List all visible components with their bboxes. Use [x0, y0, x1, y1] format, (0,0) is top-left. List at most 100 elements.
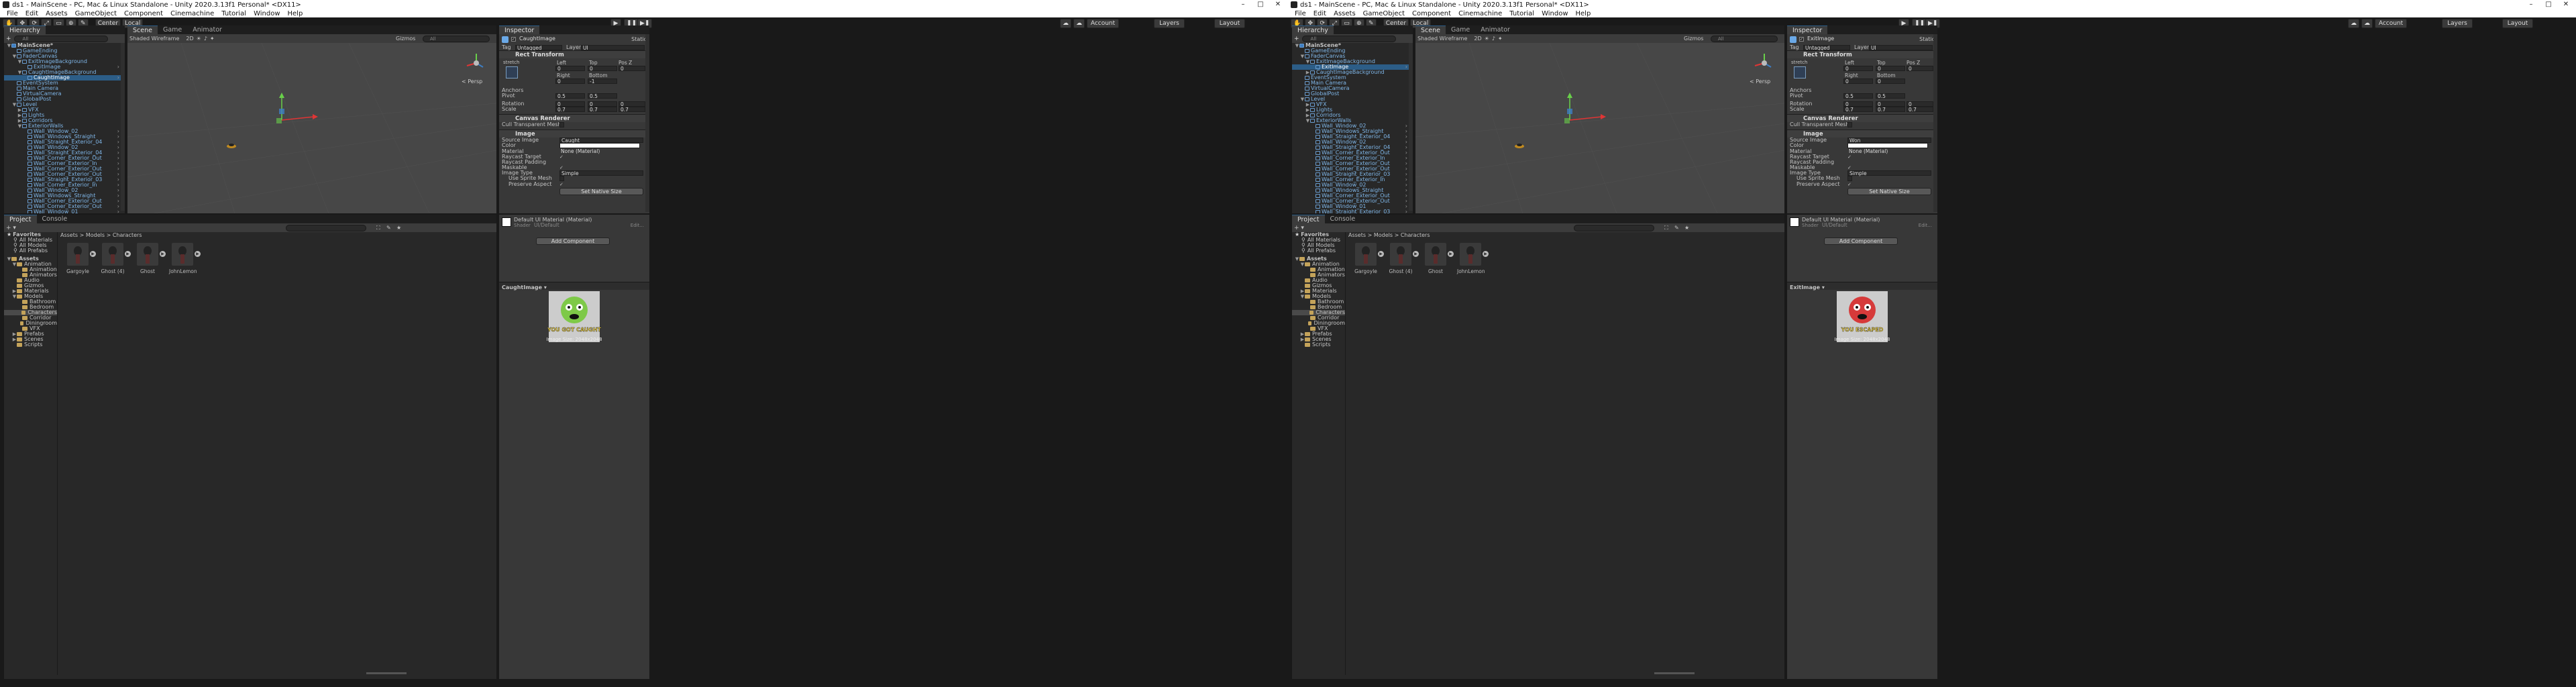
- lighting-icon[interactable]: ☀: [1485, 36, 1489, 42]
- maximize-icon[interactable]: □: [2540, 0, 2557, 9]
- breadcrumb-assets[interactable]: Assets: [1348, 232, 1366, 238]
- expand-arrow-icon[interactable]: ▶: [17, 118, 22, 123]
- close-icon[interactable]: ✕: [1269, 0, 1287, 9]
- project-search-input[interactable]: [1574, 224, 1654, 231]
- move-gizmo[interactable]: [276, 93, 318, 123]
- hierarchy-row[interactable]: ▼ Level: [4, 102, 125, 108]
- layer-dropdown[interactable]: UI: [1869, 45, 1933, 50]
- raycast-target-checkbox[interactable]: ✓: [559, 154, 564, 160]
- set-native-size-button[interactable]: Set Native Size: [559, 187, 643, 195]
- preview-header[interactable]: CaughtImage ▾: [499, 282, 649, 290]
- menu-item-tutorial[interactable]: Tutorial: [1509, 10, 1534, 17]
- rotation-y-field[interactable]: 0: [588, 101, 617, 107]
- tab-project[interactable]: Project: [4, 215, 37, 223]
- menu-item-file[interactable]: File: [7, 10, 18, 17]
- asset-thumbnail[interactable]: [102, 243, 123, 266]
- scale-x-field[interactable]: 0.7: [555, 106, 585, 112]
- expand-arrow-icon[interactable]: ▶: [1300, 331, 1305, 337]
- hierarchy-row[interactable]: Main Camera: [4, 86, 125, 91]
- expand-asset-icon[interactable]: ▶: [195, 251, 201, 257]
- expand-arrow-icon[interactable]: ▶: [1300, 337, 1305, 342]
- mode-2d-toggle[interactable]: 2D: [186, 36, 193, 42]
- expand-arrow-icon[interactable]: ▼: [1305, 59, 1310, 64]
- tag-dropdown[interactable]: Untagged: [515, 45, 562, 50]
- menu-item-gameobject[interactable]: GameObject: [1363, 10, 1405, 17]
- asset-thumbnail[interactable]: [172, 243, 193, 266]
- raycast-target-checkbox[interactable]: ✓: [1847, 154, 1851, 160]
- tag-dropdown[interactable]: Untagged: [1803, 45, 1850, 50]
- add-button[interactable]: +: [1294, 36, 1299, 42]
- hierarchy-row[interactable]: GlobalPost: [4, 97, 125, 102]
- edit-shader-button[interactable]: Edit...: [1919, 223, 1932, 228]
- tab-project[interactable]: Project: [1292, 215, 1325, 223]
- source-image-field[interactable]: Won: [1847, 138, 1931, 143]
- static-toggle[interactable]: Static: [1919, 36, 1935, 42]
- prefab-arrow-icon[interactable]: ›: [1405, 209, 1407, 214]
- menu-item-help[interactable]: Help: [288, 10, 303, 17]
- asset-thumbnail[interactable]: [137, 243, 158, 266]
- scene-viewport[interactable]: < Persp: [127, 43, 496, 213]
- expand-arrow-icon[interactable]: ▼: [12, 102, 17, 107]
- mode-2d-toggle[interactable]: 2D: [1474, 36, 1481, 42]
- breadcrumb-characters[interactable]: Characters: [113, 232, 142, 238]
- left-field[interactable]: 0: [555, 66, 585, 71]
- asset-thumbnail[interactable]: [1425, 243, 1446, 266]
- anchors-row[interactable]: Anchors: [1787, 88, 1937, 93]
- menu-item-cinemachine[interactable]: Cinemachine: [170, 10, 214, 17]
- collab-icon[interactable]: ☁: [2348, 19, 2359, 28]
- shading-mode-dropdown[interactable]: Shaded Wireframe: [129, 36, 179, 42]
- shader-dropdown[interactable]: UI/Default: [533, 223, 613, 228]
- cloud-icon[interactable]: ☁: [2361, 19, 2373, 28]
- edit-shader-button[interactable]: Edit...: [631, 223, 644, 228]
- layers-dropdown[interactable]: Layers: [2442, 19, 2473, 28]
- scene-object[interactable]: [227, 144, 236, 148]
- menu-item-gameobject[interactable]: GameObject: [75, 10, 117, 17]
- use-sprite-mesh-checkbox[interactable]: [1847, 176, 1852, 182]
- perspective-label[interactable]: < Persp: [1750, 78, 1770, 85]
- menu-item-edit[interactable]: Edit: [1313, 10, 1326, 17]
- hierarchy-row[interactable]: ▼ Level: [1292, 97, 1413, 103]
- expand-arrow-icon[interactable]: ▶: [17, 107, 22, 113]
- gizmos-dropdown[interactable]: Gizmos: [1684, 36, 1703, 42]
- preserve-aspect-checkbox[interactable]: ✓: [1847, 182, 1851, 187]
- expand-asset-icon[interactable]: ▶: [160, 251, 166, 257]
- hierarchy-row[interactable]: ▶ Lights: [4, 113, 125, 119]
- expand-asset-icon[interactable]: ▶: [1413, 251, 1419, 257]
- image-type-dropdown[interactable]: Simple: [1847, 170, 1931, 176]
- prefab-arrow-icon[interactable]: ›: [117, 75, 119, 81]
- anchors-row[interactable]: Anchors: [499, 88, 649, 93]
- filter-label-icon[interactable]: ✎: [386, 225, 391, 231]
- preserve-aspect-checkbox[interactable]: ✓: [559, 182, 564, 187]
- hierarchy-row[interactable]: ▶ CaughtImageBackground: [1292, 70, 1413, 76]
- tab-console[interactable]: Console: [37, 215, 73, 223]
- rotation-z-field[interactable]: 0: [1907, 101, 1933, 107]
- filter-label-icon[interactable]: ✎: [1674, 225, 1679, 231]
- material-field[interactable]: None (Material): [559, 148, 643, 154]
- layout-dropdown[interactable]: Layout: [2502, 19, 2533, 28]
- create-icon[interactable]: + ▾: [6, 225, 16, 231]
- hierarchy-row[interactable]: ▼ MainScene*: [1292, 43, 1413, 49]
- menu-item-help[interactable]: Help: [1576, 10, 1591, 17]
- favorite-item[interactable]: ⚲ All Prefabs: [4, 248, 57, 254]
- audio-icon[interactable]: ♪: [1492, 36, 1495, 42]
- scene-search-input[interactable]: All: [1711, 35, 1778, 42]
- hierarchy-row[interactable]: GameEnding: [1292, 48, 1413, 54]
- hierarchy-row[interactable]: ▶ VFX: [1292, 102, 1413, 108]
- hierarchy-search-input[interactable]: All: [1301, 35, 1396, 42]
- asset-thumbnail[interactable]: [1355, 243, 1377, 266]
- scene-orientation-gizmo[interactable]: [1754, 54, 1772, 68]
- expand-arrow-icon[interactable]: ▼: [17, 123, 22, 129]
- expand-arrow-icon[interactable]: ▶: [1305, 70, 1310, 75]
- scale-x-field[interactable]: 0.7: [1843, 106, 1873, 112]
- menu-item-window[interactable]: Window: [1542, 10, 1568, 17]
- tab-animator[interactable]: Animator: [1475, 25, 1515, 34]
- rect-transform-header[interactable]: Rect Transform: [1787, 50, 1937, 59]
- maximize-icon[interactable]: □: [1252, 0, 1269, 9]
- set-native-size-button[interactable]: Set Native Size: [1847, 187, 1931, 195]
- rotation-x-field[interactable]: 0: [1843, 101, 1873, 107]
- expand-arrow-icon[interactable]: ▼: [7, 43, 11, 48]
- left-field[interactable]: 0: [1843, 66, 1873, 71]
- rotation-x-field[interactable]: 0: [555, 101, 585, 107]
- favorite-icon[interactable]: ★: [1684, 225, 1689, 231]
- rotation-z-field[interactable]: 0: [619, 101, 645, 107]
